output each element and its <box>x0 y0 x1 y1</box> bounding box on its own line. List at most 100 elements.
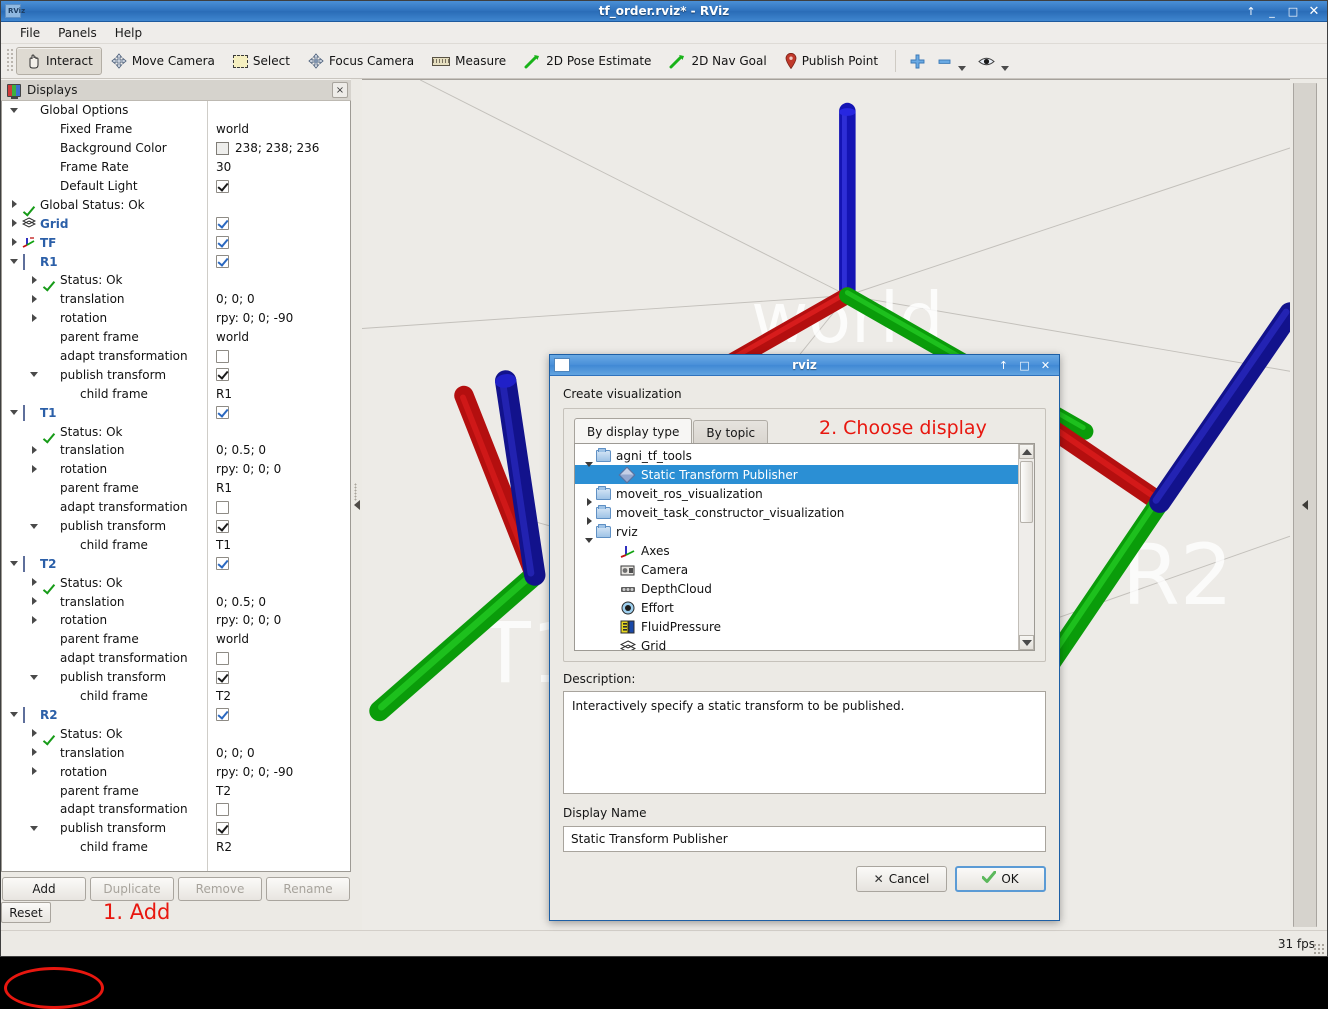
displays-tree-row[interactable]: Default Light <box>2 177 207 196</box>
tab-by-topic[interactable]: By topic <box>693 420 768 444</box>
displays-tree-row-value[interactable] <box>208 649 350 668</box>
displays-tree-row-value[interactable] <box>208 271 350 290</box>
displays-tree-row-value[interactable]: 0; 0; 0 <box>208 743 350 762</box>
view-visibility-button[interactable] <box>972 47 1015 75</box>
displays-tree-row[interactable]: Grid <box>2 214 207 233</box>
displays-tree-row-value[interactable] <box>208 554 350 573</box>
expand-arrow-closed-icon[interactable] <box>30 767 39 776</box>
collapse-left-arrow-icon[interactable] <box>354 500 360 510</box>
displays-tree-row-value[interactable]: T2 <box>208 781 350 800</box>
scrollbar-thumb[interactable] <box>1020 461 1033 523</box>
expand-arrow-closed-icon[interactable] <box>30 748 39 757</box>
displays-tree-row-value[interactable] <box>208 819 350 838</box>
ok-button[interactable]: OK <box>955 866 1046 892</box>
displays-tree-row[interactable]: Status: Ok <box>2 271 207 290</box>
checkbox-unchecked[interactable] <box>216 652 229 665</box>
displays-tree-row[interactable]: rotation <box>2 460 207 479</box>
displays-tree-row-value[interactable]: rpy: 0; 0; -90 <box>208 762 350 781</box>
display-type-item[interactable]: moveit_task_constructor_visualization <box>575 503 1018 522</box>
displays-tree-row[interactable]: adapt transformation <box>2 649 207 668</box>
display-type-scrollbar[interactable] <box>1018 444 1034 650</box>
displays-tree-row[interactable]: TF <box>2 233 207 252</box>
displays-tree-row-value[interactable]: 0; 0.5; 0 <box>208 441 350 460</box>
checkbox-checked[interactable] <box>216 708 229 721</box>
tool-2d-pose-estimate[interactable]: 2D Pose Estimate <box>515 47 660 75</box>
expand-arrow-closed-icon[interactable] <box>30 597 39 606</box>
displays-tree-row-value[interactable] <box>208 252 350 271</box>
displays-tree-row[interactable]: rotation <box>2 762 207 781</box>
display-type-item[interactable]: DepthCloud <box>575 579 1018 598</box>
displays-tree-row[interactable]: T2 <box>2 554 207 573</box>
displays-tree-row-value[interactable] <box>208 365 350 384</box>
displays-tree-row-value[interactable]: rpy: 0; 0; -90 <box>208 309 350 328</box>
displays-tree-row-value[interactable]: R2 <box>208 838 350 857</box>
expand-arrow-open-icon[interactable] <box>30 522 39 531</box>
dialog-maximize-button[interactable]: □ <box>1015 357 1034 373</box>
display-type-item[interactable]: Static Transform Publisher <box>575 465 1018 484</box>
right-dock-collapsed[interactable] <box>1293 83 1317 927</box>
tool-focus-camera[interactable]: Focus Camera <box>299 47 423 75</box>
displays-tree-row[interactable]: Frame Rate <box>2 158 207 177</box>
color-swatch[interactable] <box>216 142 229 155</box>
display-type-item[interactable]: agni_tf_tools <box>575 446 1018 465</box>
displays-tree-row[interactable]: parent frame <box>2 630 207 649</box>
displays-tree-row[interactable]: Global Options <box>2 101 207 120</box>
displays-tree-row[interactable]: adapt transformation <box>2 347 207 366</box>
close-icon[interactable]: × <box>332 82 348 98</box>
displays-tree-row[interactable]: publish transform <box>2 668 207 687</box>
expand-arrow-closed-icon[interactable] <box>10 219 19 228</box>
displays-tree-row[interactable]: Fixed Frame <box>2 120 207 139</box>
displays-tree-row-value[interactable] <box>208 403 350 422</box>
displays-tree-row[interactable]: Status: Ok <box>2 422 207 441</box>
displays-tree-row-value[interactable] <box>208 195 350 214</box>
expand-arrow-closed-icon[interactable] <box>30 314 39 323</box>
tool-interact[interactable]: Interact <box>16 47 102 75</box>
dialog-close-button[interactable]: ✕ <box>1036 357 1055 373</box>
displays-tree-row[interactable]: translation <box>2 290 207 309</box>
displays-tree-row-value[interactable]: 238; 238; 236 <box>208 139 350 158</box>
cancel-button[interactable]: ✕ Cancel <box>856 866 947 892</box>
displays-tree-row-value[interactable] <box>208 101 350 120</box>
displays-tree-row-value[interactable]: T2 <box>208 687 350 706</box>
displays-tree-row-value[interactable]: rpy: 0; 0; 0 <box>208 611 350 630</box>
displays-tree-row[interactable]: R2 <box>2 706 207 725</box>
displays-tree-row-value[interactable] <box>208 177 350 196</box>
displays-tree-row-value[interactable] <box>208 706 350 725</box>
checkbox-unchecked[interactable] <box>216 501 229 514</box>
displays-tree[interactable]: Global OptionsFixed FrameBackground Colo… <box>1 101 351 872</box>
displays-tree-row-value[interactable] <box>208 517 350 536</box>
checkbox-checked[interactable] <box>216 406 229 419</box>
checkbox-checked[interactable] <box>216 520 229 533</box>
displays-tree-row[interactable]: child frame <box>2 838 207 857</box>
displays-tree-row[interactable]: adapt transformation <box>2 800 207 819</box>
expand-arrow-open-icon[interactable] <box>10 710 19 719</box>
expand-arrow-closed-icon[interactable] <box>30 295 39 304</box>
displays-tree-row[interactable]: parent frame <box>2 479 207 498</box>
tool-move-camera[interactable]: Move Camera <box>102 47 224 75</box>
displays-tree-row[interactable]: publish transform <box>2 819 207 838</box>
displays-tree-row-value[interactable]: R1 <box>208 384 350 403</box>
restore-button[interactable]: ↑ <box>1241 3 1261 20</box>
expand-arrow-closed-icon[interactable] <box>30 729 39 738</box>
menu-file[interactable]: File <box>11 24 49 42</box>
scroll-down-arrow-icon[interactable] <box>1019 635 1034 650</box>
displays-tree-row[interactable]: Global Status: Ok <box>2 195 207 214</box>
display-type-item[interactable]: FluidPressure <box>575 617 1018 636</box>
minimize-button[interactable]: _ <box>1262 3 1282 20</box>
expand-arrow-closed-icon[interactable] <box>30 578 39 587</box>
displays-tree-row-value[interactable] <box>208 214 350 233</box>
expand-arrow-open-icon[interactable] <box>10 106 19 115</box>
display-type-tree[interactable]: agni_tf_toolsStatic Transform Publisher m… <box>574 443 1035 651</box>
expand-arrow-closed-icon[interactable] <box>30 446 39 455</box>
checkbox-checked[interactable] <box>216 236 229 249</box>
displays-tree-row-value[interactable] <box>208 724 350 743</box>
displays-tree-row-value[interactable] <box>208 233 350 252</box>
tool-select[interactable]: Select <box>224 47 299 75</box>
checkbox-unchecked[interactable] <box>216 803 229 816</box>
displays-tree-row-value[interactable]: world <box>208 328 350 347</box>
displays-tree-row-value[interactable]: R1 <box>208 479 350 498</box>
checkbox-checked[interactable] <box>216 255 229 268</box>
tool-2d-nav-goal[interactable]: 2D Nav Goal <box>660 47 775 75</box>
panel-splitter[interactable] <box>351 79 362 930</box>
displays-tree-row[interactable]: T1 <box>2 403 207 422</box>
